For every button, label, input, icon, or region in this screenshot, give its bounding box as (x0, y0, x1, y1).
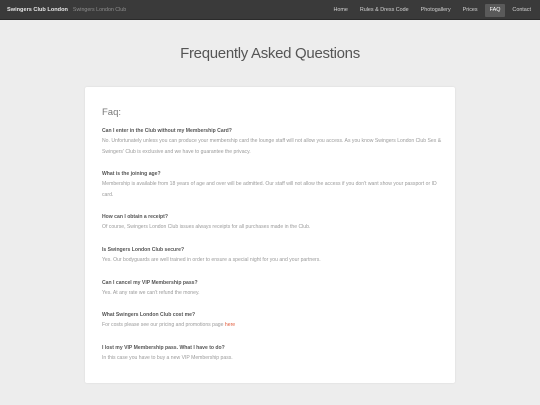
faq-answer: Membership is available from 18 years of… (102, 181, 437, 198)
nav-item-photogallery[interactable]: Photogallery (416, 4, 456, 17)
main-nav: Home Rules & Dress Code Photogallery Pri… (326, 3, 536, 17)
faq-question: Can I enter in the Club without my Membe… (102, 128, 232, 134)
faq-item: How can I obtain a receipt? Of course, S… (102, 214, 442, 233)
faq-answer-text: For costs please see our pricing and pro… (102, 322, 224, 328)
faq-card: Faq: Can I enter in the Club without my … (85, 87, 455, 383)
top-navbar: Swingers Club London Swingers London Clu… (0, 0, 540, 20)
nav-item-faq[interactable]: FAQ (484, 3, 506, 17)
nav-item-home[interactable]: Home (328, 4, 352, 17)
faq-answer: Yes. Our bodyguards are well trained in … (102, 257, 321, 263)
nav-item-prices[interactable]: Prices (458, 4, 483, 17)
faq-item: What Swingers London Club cost me? For c… (102, 312, 442, 331)
brand-link[interactable]: Swingers Club London (7, 7, 68, 13)
nav-item-rules[interactable]: Rules & Dress Code (355, 4, 414, 17)
faq-answer: For costs please see our pricing and pro… (102, 320, 442, 331)
faq-answer: No. Unfortunately unless you can produce… (102, 138, 442, 155)
page-title: Frequently Asked Questions (180, 45, 360, 62)
pricing-page-link[interactable]: here (225, 322, 235, 328)
faq-item: Is Swingers London Club secure? Yes. Our… (102, 247, 442, 266)
faq-question: Is Swingers London Club secure? (102, 247, 185, 253)
faq-question: Can I cancel my VIP Membership pass? (102, 280, 198, 286)
faq-answer: In this case you have to buy a new VIP M… (102, 355, 233, 361)
faq-question: How can I obtain a receipt? (102, 214, 168, 220)
faq-question: I lost my VIP Membership pass. What I ha… (102, 345, 225, 351)
site-tagline: Swingers London Club (72, 6, 127, 13)
faq-heading: Faq: (102, 107, 122, 118)
nav-item-contact[interactable]: Contact (507, 4, 536, 17)
faq-answer: Yes. At any rate we can't refund the mon… (102, 290, 200, 296)
faq-question: What is the joining age? (102, 171, 161, 177)
faq-question: What Swingers London Club cost me? (102, 312, 196, 318)
faq-item: Can I cancel my VIP Membership pass? Yes… (102, 280, 442, 299)
faq-item: What is the joining age? Membership is a… (102, 171, 442, 200)
faq-answer: Of course, Swingers London Club issues a… (102, 224, 311, 230)
faq-item: Can I enter in the Club without my Membe… (102, 128, 442, 157)
faq-item: I lost my VIP Membership pass. What I ha… (102, 345, 442, 364)
